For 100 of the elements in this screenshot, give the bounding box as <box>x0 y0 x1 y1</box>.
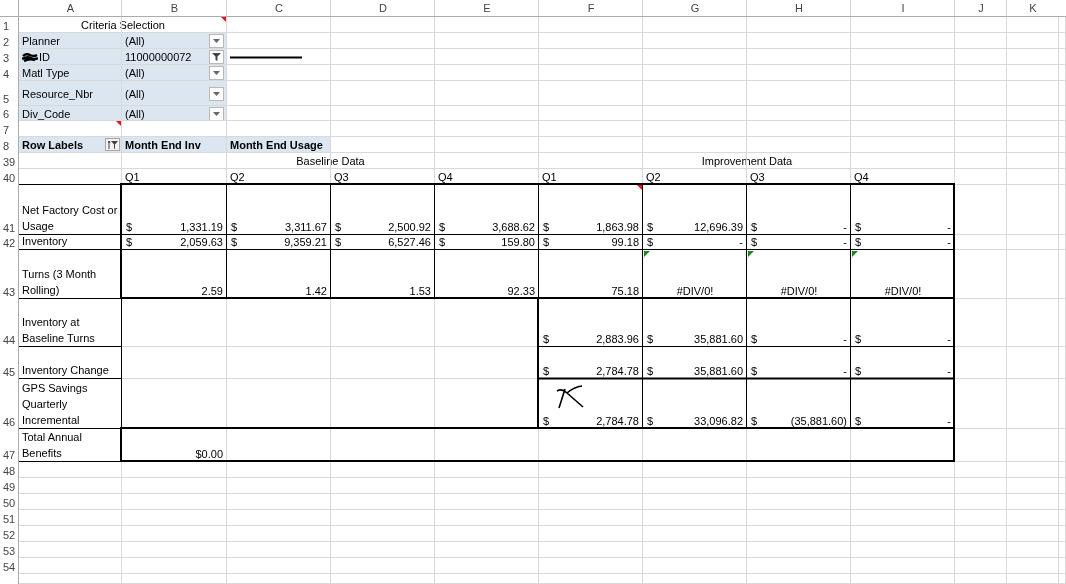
row-number[interactable]: 8 <box>0 137 19 153</box>
cell-value: - <box>739 235 743 249</box>
row-number[interactable]: 53 <box>0 542 19 558</box>
field-value: (All) <box>125 107 145 120</box>
row-number[interactable]: 52 <box>0 526 19 542</box>
row-number[interactable]: 46 <box>0 379 19 429</box>
cell-value: 35,881.60 <box>694 332 743 346</box>
row-number[interactable]: 6 <box>0 106 19 121</box>
filter-icon <box>212 53 221 61</box>
cell-value: 1,331.19 <box>180 220 223 234</box>
row-number[interactable]: 2 <box>0 33 19 49</box>
currency-symbol: $ <box>751 414 758 428</box>
currency-symbol: $ <box>647 332 654 346</box>
row-number[interactable]: 1 <box>0 17 19 33</box>
row-number[interactable]: 48 <box>0 462 19 478</box>
currency-symbol: $ <box>855 235 862 249</box>
column-header[interactable]: D <box>331 0 435 17</box>
row-number[interactable]: 5 <box>0 81 19 106</box>
section-title: Improvement Data <box>701 154 793 168</box>
cell-value: - <box>947 235 951 249</box>
filter-dropdown[interactable] <box>209 34 224 48</box>
cell-value: - <box>843 332 847 346</box>
sort-filter-button[interactable] <box>105 138 120 151</box>
field-value: (All) <box>125 35 145 47</box>
row-number[interactable]: 7 <box>0 121 19 137</box>
dropdown-arrow-icon <box>213 71 220 75</box>
currency-symbol: $ <box>647 235 654 249</box>
cell-value: 35,881.60 <box>694 364 743 378</box>
dropdown-arrow-icon <box>213 91 220 96</box>
cell-value: 2,500.92 <box>388 220 431 234</box>
currency-symbol: $ <box>855 414 862 428</box>
row-label: Net Factory Cost or Usage <box>22 203 119 234</box>
row-number[interactable]: 51 <box>0 510 19 526</box>
cell-value: 12,696.39 <box>694 220 743 234</box>
row-number[interactable]: 47 <box>0 429 19 462</box>
column-header[interactable]: J <box>955 0 1007 17</box>
field-label: Resource_Nbr <box>22 87 93 100</box>
field-label: Planner <box>22 35 60 47</box>
quarter-header: Q2 <box>646 170 661 184</box>
row-label: Inventory at Baseline Turns <box>22 315 96 346</box>
currency-symbol: $ <box>855 332 862 346</box>
column-header[interactable]: B <box>122 0 227 17</box>
quarter-header: Q3 <box>750 170 765 184</box>
row-number[interactable]: 50 <box>0 494 19 510</box>
column-header[interactable]: E <box>435 0 539 17</box>
error-value: #DIV/0! <box>780 284 818 298</box>
cell-value: 2,059.63 <box>180 235 223 249</box>
currency-symbol: $ <box>647 414 654 428</box>
column-header[interactable]: H <box>747 0 851 17</box>
quarter-header: Q2 <box>230 170 245 184</box>
hand-drawn-x-icon <box>556 385 584 409</box>
currency-symbol: $ <box>751 364 758 378</box>
row-number[interactable]: 49 <box>0 478 19 494</box>
row-label: GPS Savings Quarterly Incremental <box>22 381 89 428</box>
row-number[interactable]: 43 <box>0 250 19 299</box>
currency-symbol: $ <box>647 220 654 234</box>
column-header[interactable]: K <box>1007 0 1059 17</box>
column-header[interactable]: I <box>851 0 955 17</box>
filter-dropdown[interactable] <box>209 66 224 80</box>
quarter-header: Q4 <box>438 170 453 184</box>
cell-value: 75.18 <box>611 284 639 298</box>
value-field-header: Month End Usage <box>230 138 323 152</box>
currency-symbol: $ <box>543 332 550 346</box>
currency-symbol: $ <box>543 364 550 378</box>
row-number[interactable]: 41 <box>0 185 19 235</box>
row-labels-header: Row Labels <box>22 138 84 152</box>
currency-symbol: $ <box>126 220 133 234</box>
currency-symbol: $ <box>126 235 133 249</box>
row-label: Total Annual Benefits <box>22 430 83 461</box>
cell-value: 99.18 <box>611 235 639 249</box>
section-title: Criteria Selection <box>81 18 165 32</box>
column-header[interactable]: G <box>643 0 747 17</box>
row-number[interactable]: 3 <box>0 49 19 65</box>
error-value: #DIV/0! <box>884 284 922 298</box>
currency-symbol: $ <box>543 235 550 249</box>
currency-symbol: $ <box>335 235 342 249</box>
cell-value: - <box>843 364 847 378</box>
row-number[interactable]: 39 <box>0 153 19 169</box>
row-number[interactable]: 4 <box>0 65 19 81</box>
row-number[interactable]: 42 <box>0 235 19 250</box>
field-value: 11000000072 <box>125 51 192 63</box>
value-field-header: Month End Inv <box>125 138 201 152</box>
column-header[interactable]: F <box>539 0 643 17</box>
cell-value: - <box>947 414 951 428</box>
cell-value: 3,311.67 <box>285 220 327 234</box>
row-label: Inventory Change <box>22 363 109 378</box>
row-number[interactable]: 54 <box>0 558 19 574</box>
quarter-header: Q1 <box>542 170 557 184</box>
filter-dropdown[interactable] <box>209 50 224 64</box>
row-number[interactable]: 40 <box>0 169 19 185</box>
cell-value: - <box>947 220 951 234</box>
column-header[interactable]: C <box>227 0 331 17</box>
cell-value: 1.53 <box>409 284 431 298</box>
row-number[interactable]: 45 <box>0 347 19 379</box>
currency-symbol: $ <box>751 235 758 249</box>
currency-symbol: $ <box>751 220 758 234</box>
row-number[interactable]: 44 <box>0 299 19 347</box>
cell-value: - <box>947 332 951 346</box>
cell-value: 1.42 <box>305 284 327 298</box>
column-header[interactable]: A <box>19 0 122 17</box>
